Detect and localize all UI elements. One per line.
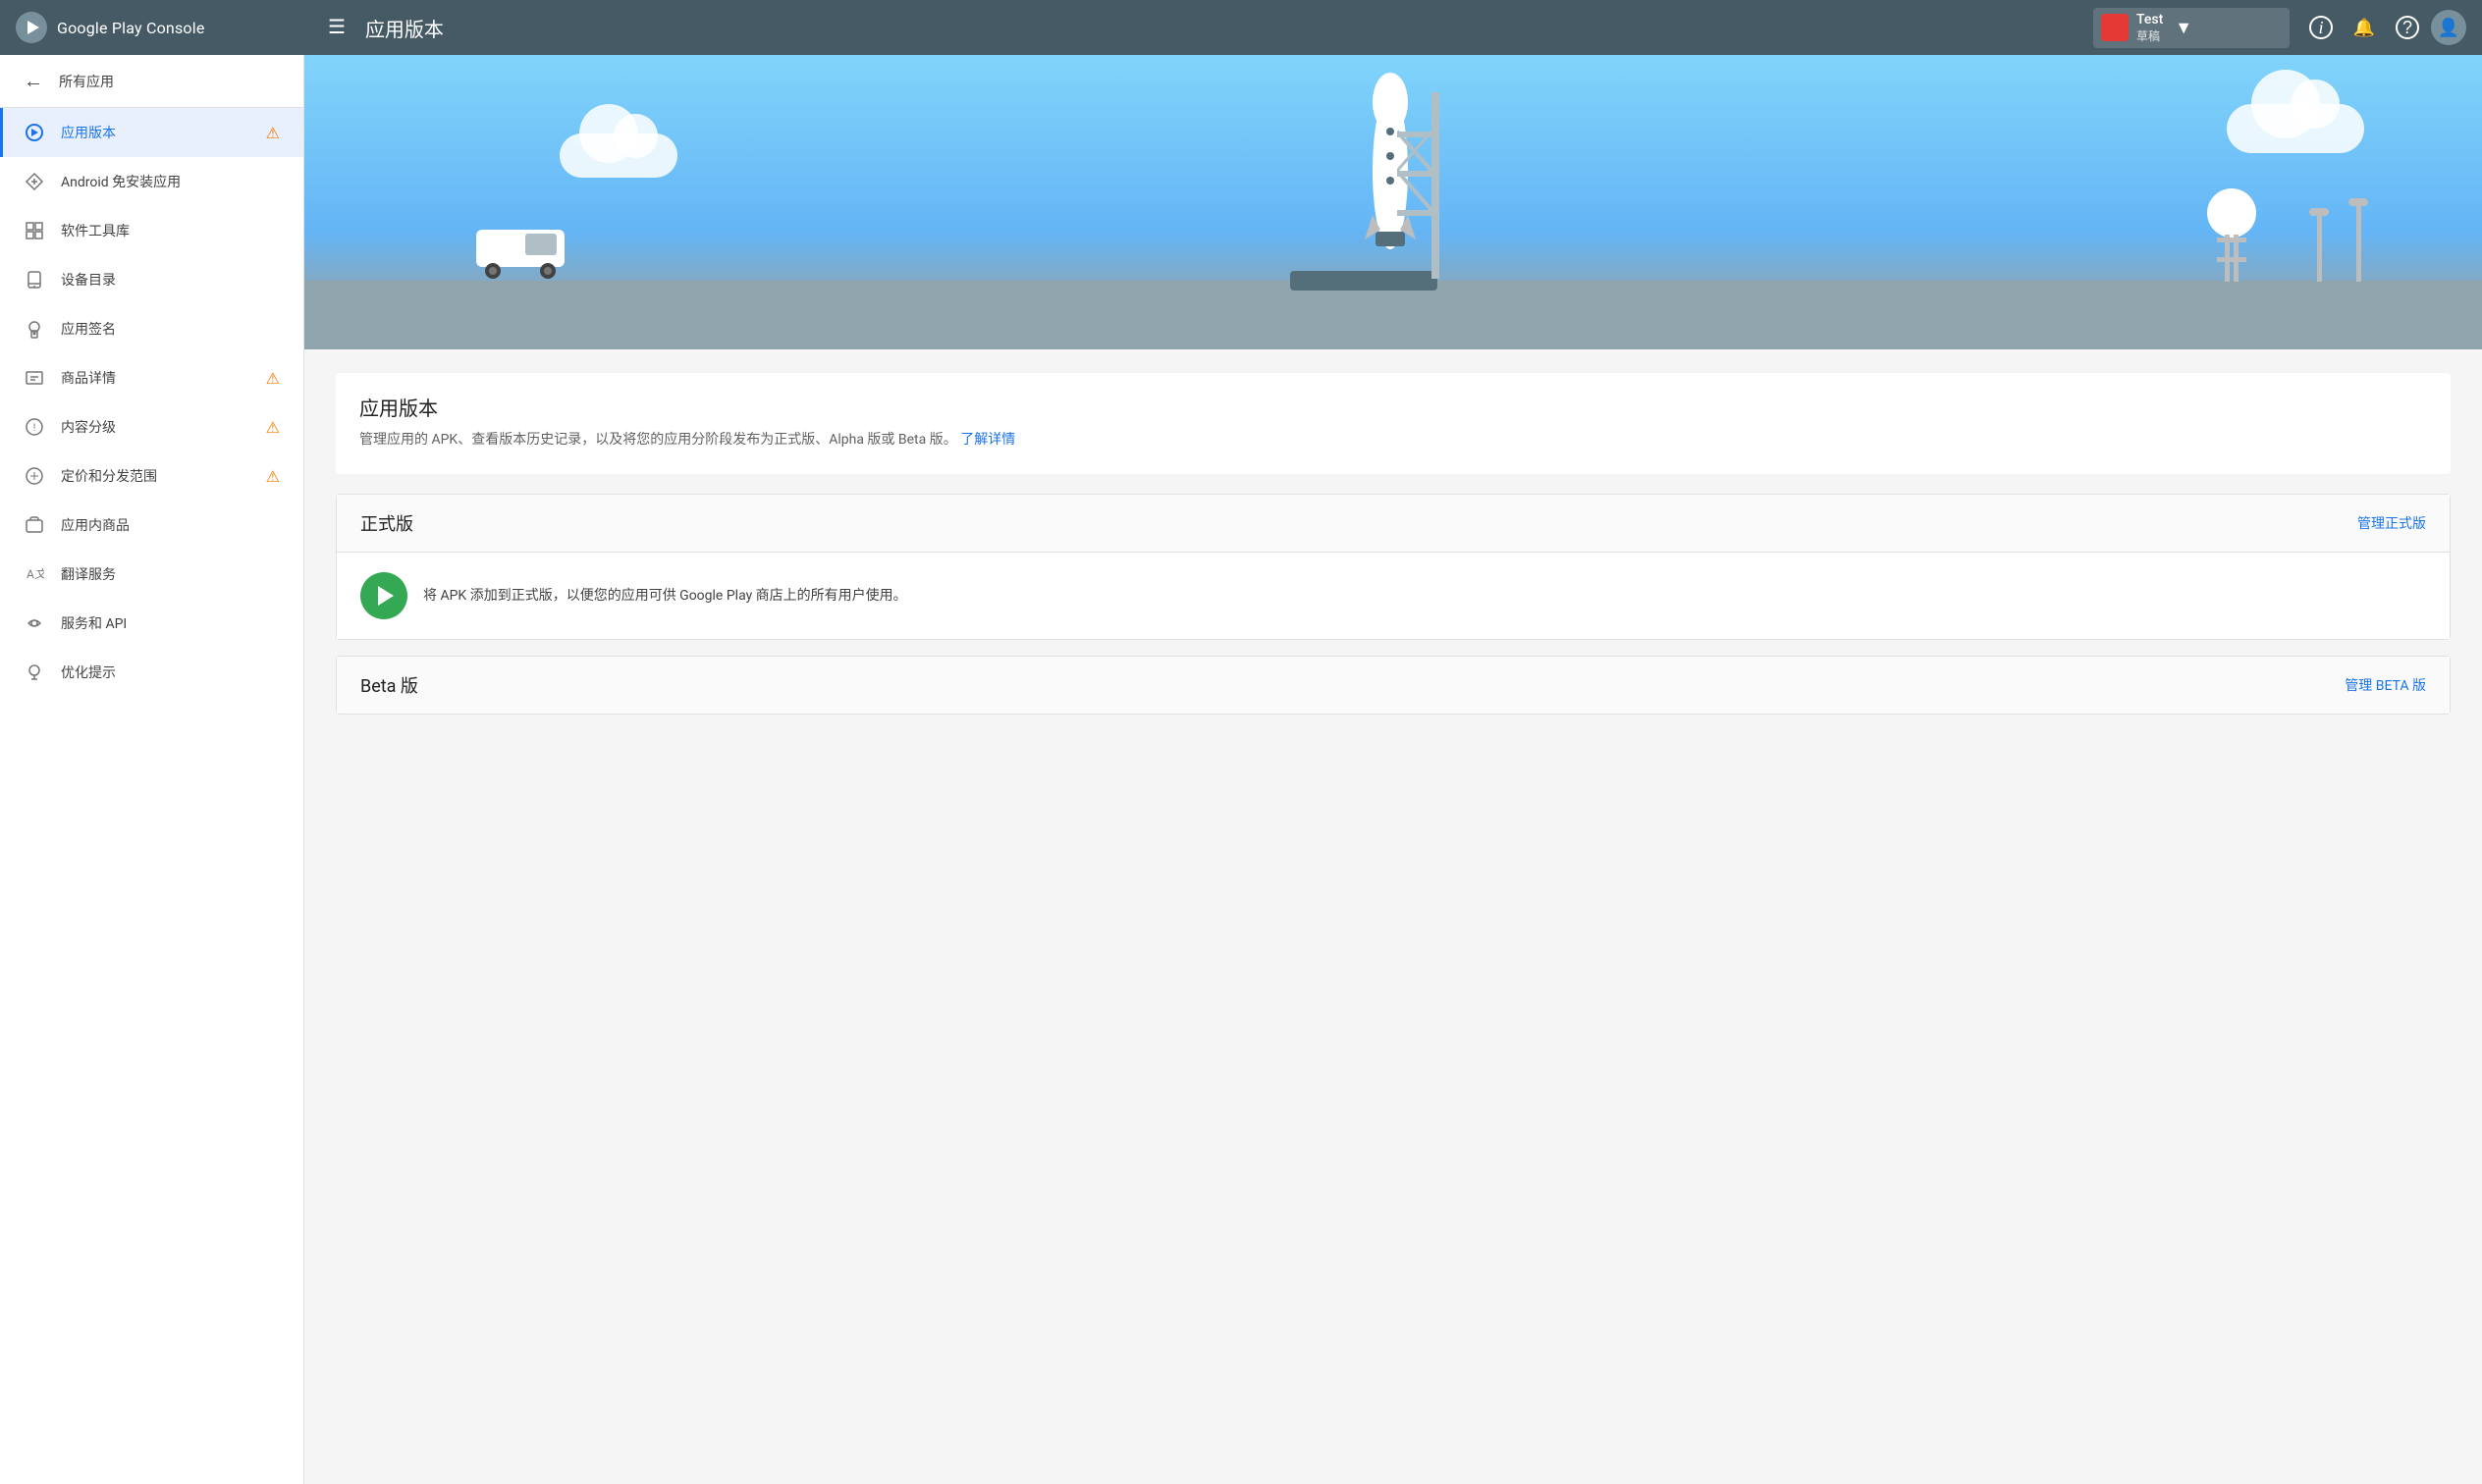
street-light-2 <box>2345 193 2374 286</box>
beta-section: Beta 版 管理 BETA 版 <box>336 656 2451 715</box>
play-triangle-icon <box>378 586 394 606</box>
notifications-button[interactable]: 🔔 <box>2345 8 2384 47</box>
app-selector[interactable]: Test 草稿 ▼ <box>2093 8 2290 48</box>
app-status: 草稿 <box>2136 27 2163 44</box>
sidebar-item-store-tools[interactable]: 软件工具库 <box>0 206 303 255</box>
play-icon-circle <box>360 572 407 619</box>
production-title: 正式版 <box>360 510 413 536</box>
sidebar-item-app-releases[interactable]: 应用版本 ⚠ <box>0 108 303 157</box>
header-icons: i 🔔 ? 👤 <box>2301 8 2466 47</box>
content-rating-warning-icon: ⚠ <box>266 418 280 437</box>
sidebar-item-translation[interactable]: A文 翻译服务 <box>0 550 303 599</box>
app-signing-label: 应用签名 <box>61 319 280 339</box>
content-rating-label: 内容分级 <box>61 417 250 437</box>
android-instant-label: Android 免安装应用 <box>61 172 280 191</box>
sidebar-item-pricing[interactable]: 定价和分发范围 ⚠ <box>0 451 303 501</box>
sidebar-item-app-signing[interactable]: 应用签名 <box>0 304 303 353</box>
logo-area: Google Play Console <box>16 12 205 43</box>
water-tower <box>2197 184 2266 286</box>
sidebar: ← 所有应用 应用版本 ⚠ Android 免安装应用 软件工具库 <box>0 55 304 1484</box>
svg-text:!: ! <box>33 423 36 434</box>
app-releases-icon <box>24 122 45 143</box>
optimization-label: 优化提示 <box>61 662 280 682</box>
store-listing-icon <box>24 367 45 389</box>
header-center: ☰ 应用版本 Test 草稿 ▼ <box>320 8 2290 48</box>
back-label: 所有应用 <box>59 72 114 91</box>
header-left: Google Play Console <box>16 12 320 43</box>
page-title-header: 应用版本 <box>365 14 444 42</box>
avatar-button[interactable]: 👤 <box>2431 10 2466 45</box>
store-listing-warning-icon: ⚠ <box>266 369 280 388</box>
sidebar-item-store-listing[interactable]: 商品详情 ⚠ <box>0 353 303 402</box>
content-area: 应用版本 管理应用的 APK、查看版本历史记录，以及将您的应用分阶段发布为正式版… <box>304 349 2482 754</box>
svg-text:A: A <box>27 567 34 581</box>
pricing-icon <box>24 465 45 487</box>
svg-text:文: 文 <box>34 567 44 581</box>
sidebar-item-device-catalog[interactable]: 设备目录 <box>0 255 303 304</box>
sidebar-back-button[interactable]: ← 所有应用 <box>0 55 303 108</box>
production-section-header: 正式版 管理正式版 <box>337 495 2450 552</box>
page-heading: 应用版本 <box>359 393 2427 421</box>
info-icon: i <box>2309 16 2333 39</box>
bell-icon: 🔔 <box>2353 18 2375 38</box>
app-releases-label: 应用版本 <box>61 123 250 142</box>
beta-section-header: Beta 版 管理 BETA 版 <box>337 657 2450 714</box>
main-layout: ← 所有应用 应用版本 ⚠ Android 免安装应用 软件工具库 <box>0 55 2482 1484</box>
app-icon <box>2101 14 2129 41</box>
top-header: Google Play Console ☰ 应用版本 Test 草稿 ▼ i 🔔… <box>0 0 2482 55</box>
main-content: 应用版本 管理应用的 APK、查看版本历史记录，以及将您的应用分阶段发布为正式版… <box>304 55 2482 1484</box>
sidebar-item-optimization[interactable]: 优化提示 <box>0 648 303 697</box>
pricing-warning-icon: ⚠ <box>266 467 280 486</box>
manage-production-link[interactable]: 管理正式版 <box>2357 513 2426 533</box>
translation-label: 翻译服务 <box>61 564 280 584</box>
pricing-label: 定价和分发范围 <box>61 466 250 486</box>
avatar-icon: 👤 <box>2438 18 2459 38</box>
help-icon: ? <box>2396 16 2419 39</box>
manage-beta-link[interactable]: 管理 BETA 版 <box>2345 675 2426 695</box>
learn-more-link[interactable]: 了解详情 <box>960 432 1015 448</box>
store-tools-label: 软件工具库 <box>61 221 280 240</box>
cloud-1 <box>560 133 677 178</box>
hero-banner <box>304 55 2482 349</box>
street-light-1 <box>2305 203 2335 286</box>
sidebar-item-services-api[interactable]: 服务和 API <box>0 599 303 648</box>
hamburger-button[interactable]: ☰ <box>320 10 353 45</box>
sidebar-item-content-rating[interactable]: ! 内容分级 ⚠ <box>0 402 303 451</box>
sidebar-item-android-instant[interactable]: Android 免安装应用 <box>0 157 303 206</box>
google-play-logo-icon <box>16 12 47 43</box>
optimization-icon <box>24 662 45 683</box>
device-catalog-icon <box>24 269 45 291</box>
translation-icon: A文 <box>24 563 45 585</box>
production-section: 正式版 管理正式版 将 APK 添加到正式版，以便您的应用可供 Google P… <box>336 494 2451 640</box>
dropdown-arrow-icon: ▼ <box>2175 18 2192 38</box>
store-listing-label: 商品详情 <box>61 368 250 388</box>
page-info-card: 应用版本 管理应用的 APK、查看版本历史记录，以及将您的应用分阶段发布为正式版… <box>336 373 2451 474</box>
back-arrow-icon: ← <box>24 69 43 93</box>
launch-tower <box>1397 92 1476 283</box>
services-api-icon <box>24 612 45 634</box>
beta-title: Beta 版 <box>360 672 418 698</box>
in-app-products-label: 应用内商品 <box>61 515 280 535</box>
content-rating-icon: ! <box>24 416 45 438</box>
help-button[interactable]: ? <box>2388 8 2427 47</box>
app-signing-icon <box>24 318 45 340</box>
logo-text: Google Play Console <box>57 19 205 37</box>
app-selector-text: Test 草稿 <box>2136 12 2163 44</box>
app-releases-warning-icon: ⚠ <box>266 124 280 142</box>
page-description: 管理应用的 APK、查看版本历史记录，以及将您的应用分阶段发布为正式版、Alph… <box>359 429 2427 450</box>
sidebar-item-in-app-products[interactable]: 应用内商品 <box>0 501 303 550</box>
info-button[interactable]: i <box>2301 8 2341 47</box>
device-catalog-label: 设备目录 <box>61 270 280 290</box>
production-description: 将 APK 添加到正式版，以便您的应用可供 Google Play 商店上的所有… <box>423 585 907 607</box>
in-app-products-icon <box>24 514 45 536</box>
store-tools-icon <box>24 220 45 241</box>
production-release-body: 将 APK 添加到正式版，以便您的应用可供 Google Play 商店上的所有… <box>337 552 2450 639</box>
app-name: Test <box>2136 12 2163 27</box>
services-api-label: 服务和 API <box>61 613 280 633</box>
hero-ground <box>304 281 2482 349</box>
van <box>471 220 569 283</box>
android-instant-icon <box>24 171 45 192</box>
cloud-2 <box>2227 104 2364 153</box>
